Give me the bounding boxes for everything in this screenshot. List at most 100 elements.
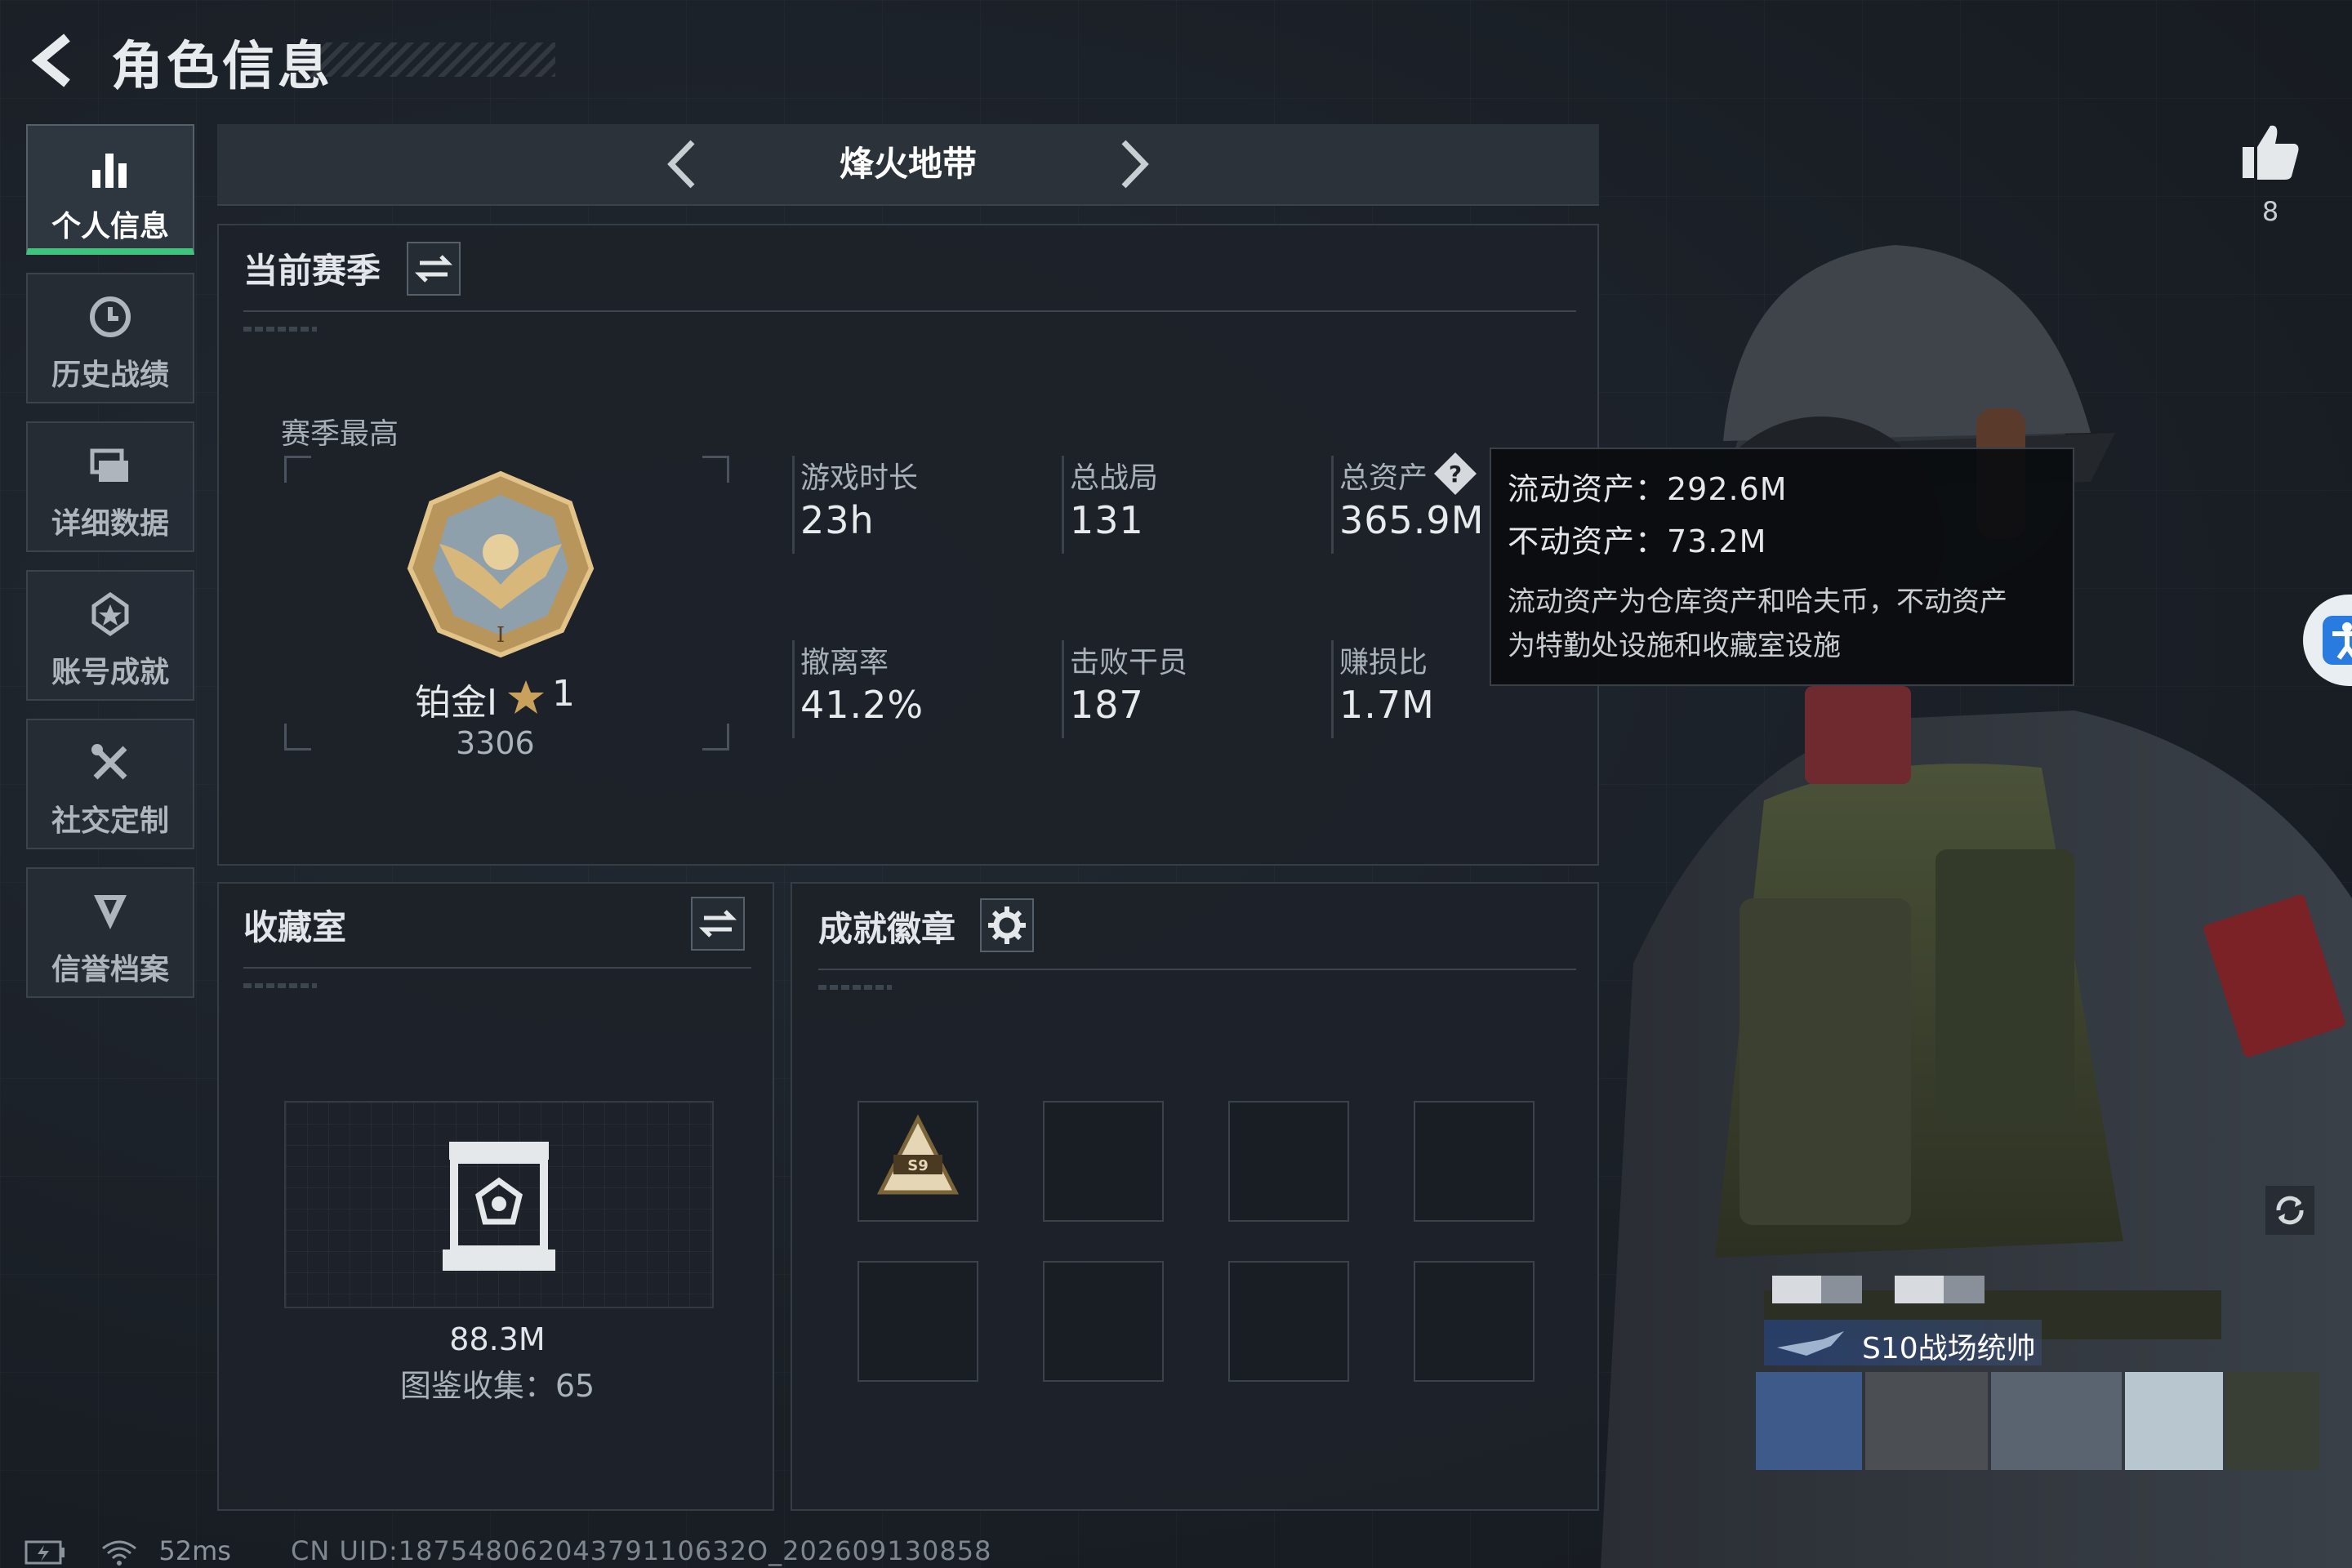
sidebar-item-detail-data[interactable]: 详细数据 [26, 421, 194, 552]
swap-arrows-icon [698, 910, 737, 938]
stat-value-profit-ratio: 1.7M [1339, 683, 1435, 727]
badges-title: 成就徽章 [818, 909, 956, 949]
tooltip-description-2: 为特勤处设施和收藏室设施 [1508, 630, 1841, 662]
mode-selector: 烽火地带 [217, 124, 1599, 206]
tooltip-liquid-assets: 流动资产：292.6M [1508, 471, 1788, 507]
accessibility-icon [2323, 616, 2352, 665]
sidebar-item-history[interactable]: 历史战绩 [26, 273, 194, 403]
player-title: S10战场统帅 [1862, 1332, 2036, 1365]
season-panel: 当前赛季 赛季最高 I 铂金Ⅰ 1 3306 游戏时长 23h 总战局 131 … [217, 224, 1599, 866]
stat-divider [792, 456, 795, 554]
divider-dash [818, 985, 892, 990]
rank-emblem-icon: I [407, 470, 595, 658]
collection-value: 88.3M [449, 1321, 546, 1357]
help-diamond-icon[interactable]: ? [1432, 451, 1478, 497]
photo-strip [1756, 1372, 2319, 1470]
stat-value-playtime: 23h [800, 498, 875, 542]
stat-label-extraction-rate: 撤离率 [800, 646, 889, 679]
like-count: 8 [2261, 196, 2279, 227]
rank-name: 铂金Ⅰ [415, 682, 497, 724]
star-icon [508, 680, 544, 714]
stat-label-profit-ratio: 赚损比 [1339, 646, 1428, 679]
stat-label-operators-defeated: 击败干员 [1070, 646, 1188, 679]
stat-divider [1331, 640, 1334, 738]
season-switch-button[interactable] [407, 242, 461, 296]
badge-slot[interactable]: S9 [858, 1101, 978, 1222]
stat-divider [1062, 640, 1064, 738]
tooltip-fixed-assets: 不动资产：73.2M [1508, 523, 1767, 559]
badge-text: S9 [907, 1157, 929, 1174]
achievement-star-icon [91, 591, 129, 637]
blurred-name [1772, 1276, 2017, 1303]
sidebar-item-label: 社交定制 [51, 804, 169, 838]
bar-chart-icon [92, 154, 127, 188]
stat-label-total-assets: 总资产 [1339, 461, 1428, 495]
shield-badge-icon [94, 895, 127, 929]
collection-count: 图鉴收集：65 [399, 1368, 595, 1404]
status-bar: 52ms [24, 1535, 231, 1566]
mode-title: 烽火地带 [839, 144, 977, 184]
stat-divider [1331, 456, 1334, 554]
frame-corner [284, 724, 311, 751]
chevron-left-icon[interactable] [657, 136, 714, 193]
season-best-label: 赛季最高 [281, 417, 399, 451]
back-arrow-icon[interactable] [24, 29, 87, 91]
rotate-icon[interactable] [2264, 1184, 2316, 1236]
wifi-icon [102, 1540, 137, 1566]
display-case-icon [443, 1142, 555, 1271]
badge-slot-empty[interactable] [1043, 1101, 1164, 1222]
page-title: 角色信息 [111, 37, 333, 97]
frame-corner [702, 724, 729, 751]
badge-slot-empty[interactable] [858, 1261, 978, 1382]
divider [243, 967, 751, 969]
stat-value-total-assets: 365.9M [1339, 498, 1485, 542]
sidebar-item-label: 详细数据 [51, 507, 169, 541]
sidebar-item-label: 账号成就 [51, 656, 169, 689]
tooltip-description-1: 流动资产为仓库资产和哈夫币，不动资产 [1508, 586, 2007, 618]
divider [243, 310, 1576, 312]
collection-switch-button[interactable] [691, 897, 745, 951]
ping-value: 52ms [158, 1535, 231, 1566]
sidebar-item-label: 信誉档案 [51, 953, 169, 987]
divider-dash [243, 983, 317, 988]
badges-panel: 成就徽章 S9 [791, 882, 1599, 1511]
svg-text:?: ? [1449, 461, 1462, 488]
collection-preview[interactable] [284, 1101, 714, 1308]
collection-panel: 收藏室 88.3M 图鉴收集：65 [217, 882, 774, 1511]
frame-corner [284, 456, 311, 483]
badge-slot-empty[interactable] [1414, 1261, 1535, 1382]
rank-score: 3306 [456, 725, 535, 761]
chevron-right-icon[interactable] [1102, 136, 1160, 193]
title-decoration [310, 42, 555, 77]
stat-value-operators-defeated: 187 [1070, 683, 1144, 727]
badges-settings-button[interactable] [980, 898, 1034, 952]
tools-cross-icon [91, 744, 127, 780]
stat-divider [1062, 456, 1064, 554]
character-portrait [1601, 245, 2352, 1568]
sidebar-item-social[interactable]: 社交定制 [26, 719, 194, 849]
stat-value-extraction-rate: 41.2% [800, 683, 924, 727]
collection-title: 收藏室 [243, 907, 347, 947]
s9-achievement-badge-icon: S9 [876, 1114, 960, 1195]
sidebar-item-personal-info[interactable]: 个人信息 [26, 124, 194, 255]
badge-slot-empty[interactable] [1228, 1101, 1349, 1222]
sidebar-item-reputation[interactable]: 信誉档案 [26, 867, 194, 998]
svg-text:I: I [497, 623, 505, 648]
badge-slot-empty[interactable] [1043, 1261, 1164, 1382]
sidebar-item-achievements[interactable]: 账号成就 [26, 570, 194, 701]
divider-dash [243, 327, 317, 332]
divider [818, 969, 1576, 970]
season-title: 当前赛季 [243, 251, 381, 291]
thumbs-up-icon[interactable] [2238, 119, 2303, 185]
badge-slot-empty[interactable] [1228, 1261, 1349, 1382]
battery-icon [24, 1540, 65, 1565]
cards-stack-icon [90, 448, 128, 482]
sidebar-item-label: 历史战绩 [51, 359, 169, 392]
assets-tooltip: 流动资产：292.6M 不动资产：73.2M 流动资产为仓库资产和哈夫币，不动资… [1490, 448, 2074, 686]
stat-label-playtime: 游戏时长 [800, 461, 919, 495]
rank-stars: 1 [552, 673, 575, 715]
badge-slot-empty[interactable] [1414, 1101, 1535, 1222]
swap-arrows-icon [414, 255, 453, 283]
user-uid: CN UID:18754806204379110632O_20260913085… [291, 1535, 992, 1566]
frame-corner [702, 456, 729, 483]
